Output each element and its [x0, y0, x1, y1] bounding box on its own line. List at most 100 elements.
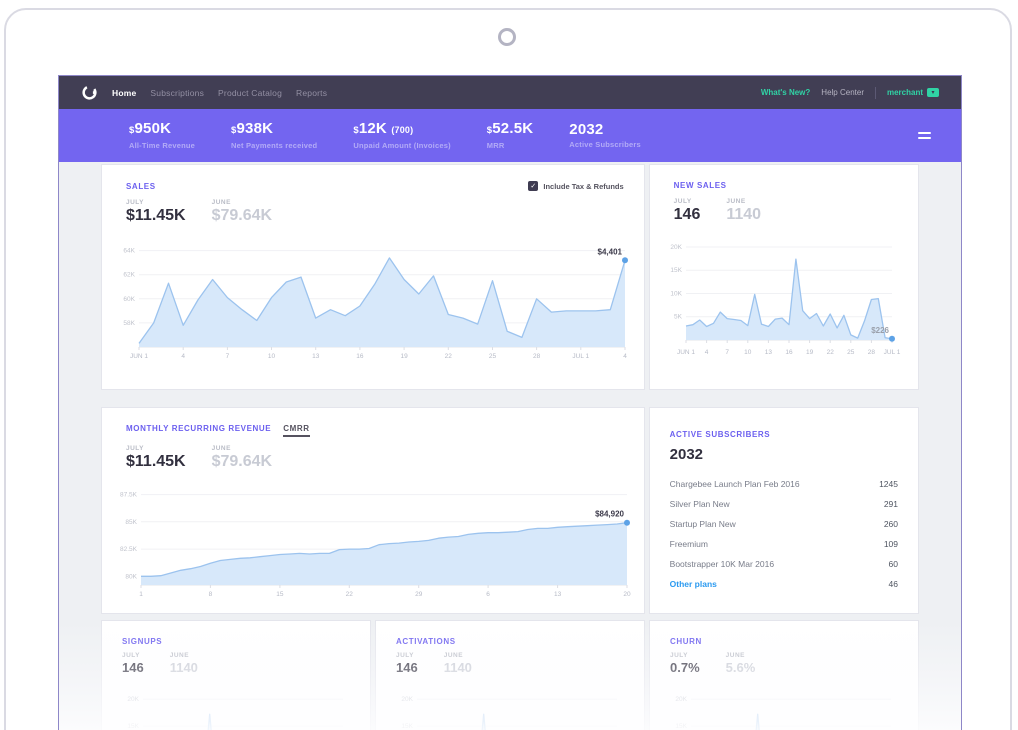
svg-text:29: 29 — [415, 591, 423, 598]
svg-text:62K: 62K — [123, 272, 135, 279]
mrr-june-figure: JUNE $79.64K — [212, 445, 273, 471]
svg-text:10: 10 — [268, 353, 276, 360]
svg-text:80K: 80K — [125, 573, 137, 580]
stat-value: $938K — [231, 121, 317, 138]
plan-row: Freemium 109 — [670, 534, 898, 554]
page: Home Subscriptions Product Catalog Repor… — [0, 0, 1018, 730]
svg-text:4: 4 — [623, 353, 627, 360]
include-tax-refunds-checkbox[interactable]: ✓ Include Tax & Refunds — [528, 181, 623, 191]
svg-text:15K: 15K — [401, 723, 413, 730]
svg-text:60K: 60K — [123, 296, 135, 303]
stat-net-payments: $938K Net Payments received — [231, 121, 317, 150]
svg-text:4: 4 — [181, 353, 185, 360]
new-sales-title: NEW SALES — [674, 181, 727, 190]
svg-text:$84,920: $84,920 — [595, 510, 624, 519]
nav-item-product-catalog[interactable]: Product Catalog — [218, 88, 282, 98]
whats-new-link[interactable]: What's New? — [761, 88, 810, 97]
svg-text:$4,401: $4,401 — [597, 247, 622, 256]
svg-text:87.5K: 87.5K — [120, 492, 138, 499]
churn-mini-chart: 20K15K — [669, 685, 899, 730]
svg-text:6: 6 — [486, 591, 490, 598]
signups-mini-chart: 20K15K — [121, 685, 351, 730]
svg-text:28: 28 — [533, 353, 541, 360]
svg-text:28: 28 — [868, 349, 876, 356]
churn-card: CHURN JULY 0.7% JUNE 5.6% — [649, 620, 919, 730]
mrr-title: MONTHLY RECURRING REVENUE — [126, 424, 271, 433]
svg-text:8: 8 — [208, 591, 212, 598]
svg-text:13: 13 — [554, 591, 562, 598]
checkbox-checked-icon: ✓ — [528, 181, 538, 191]
svg-text:19: 19 — [806, 349, 814, 356]
new-sales-area-chart: 5K10K15K20KJUN 14710131619222528JUL 1$22… — [666, 234, 901, 356]
stat-label: All-Time Revenue — [129, 141, 195, 150]
dashboard-content: SALES ✓ Include Tax & Refunds JULY $11.4… — [59, 162, 961, 730]
help-center-link[interactable]: Help Center — [821, 88, 864, 97]
svg-text:15: 15 — [276, 591, 284, 598]
stat-unpaid-amount: $12K (700) Unpaid Amount (Invoices) — [353, 121, 450, 150]
svg-text:20K: 20K — [127, 696, 139, 703]
chargebee-logo-icon[interactable] — [81, 84, 98, 101]
menu-icon[interactable] — [914, 128, 935, 143]
activations-july-figure: JULY 146 — [396, 652, 418, 675]
mrr-area-chart: 80K82.5K85K87.5K1815222961320$84,920 — [113, 481, 633, 598]
stat-label: MRR — [487, 141, 534, 150]
svg-text:13: 13 — [765, 349, 773, 356]
signups-card: SIGNUPS JULY 146 JUNE 1140 — [101, 620, 371, 730]
nav-item-reports[interactable]: Reports — [296, 88, 327, 98]
svg-text:16: 16 — [356, 353, 364, 360]
top-navbar: Home Subscriptions Product Catalog Repor… — [59, 76, 961, 109]
stat-mrr: $52.5K MRR — [487, 121, 534, 150]
plan-list: Chargebee Launch Plan Feb 2016 1245 Silv… — [670, 474, 898, 594]
signups-june-figure: JUNE 1140 — [170, 652, 198, 675]
svg-text:22: 22 — [445, 353, 453, 360]
stat-value: 2032 — [569, 122, 641, 137]
tablet-frame: Home Subscriptions Product Catalog Repor… — [4, 8, 1012, 730]
stat-value: $52.5K — [487, 121, 534, 138]
active-subscribers-title: ACTIVE SUBSCRIBERS — [670, 430, 771, 439]
svg-text:JUL 1: JUL 1 — [884, 349, 901, 356]
svg-text:JUN 1: JUN 1 — [677, 349, 695, 356]
stat-label: Active Subscribers — [569, 140, 641, 149]
activations-card: ACTIVATIONS JULY 146 JUNE 1140 — [375, 620, 645, 730]
merchant-menu[interactable]: merchant ▾ — [887, 88, 939, 97]
stats-bar: $950K All-Time Revenue $938K Net Payment… — [59, 109, 961, 162]
sales-card: SALES ✓ Include Tax & Refunds JULY $11.4… — [101, 164, 645, 390]
churn-title: CHURN — [670, 637, 702, 646]
svg-text:15K: 15K — [675, 723, 687, 730]
svg-text:$226: $226 — [872, 326, 890, 335]
svg-text:25: 25 — [848, 349, 856, 356]
activations-mini-chart: 20K15K — [395, 685, 625, 730]
stat-value: $950K — [129, 121, 195, 138]
churn-july-figure: JULY 0.7% — [670, 652, 700, 675]
svg-text:19: 19 — [400, 353, 408, 360]
signups-title: SIGNUPS — [122, 637, 162, 646]
stat-active-subscribers: 2032 Active Subscribers — [569, 122, 641, 149]
svg-text:1: 1 — [139, 591, 143, 598]
stat-label: Net Payments received — [231, 141, 317, 150]
tab-cmrr[interactable]: CMRR — [283, 424, 309, 437]
mrr-july-figure: JULY $11.45K — [126, 445, 186, 471]
camera-icon — [498, 28, 516, 46]
nav-item-home[interactable]: Home — [112, 88, 136, 98]
svg-text:JUN 1: JUN 1 — [130, 353, 148, 360]
new-sales-july-figure: JULY 146 — [674, 198, 701, 224]
checkbox-label: Include Tax & Refunds — [543, 182, 623, 191]
stat-value: $12K (700) — [353, 121, 450, 138]
plan-row: Silver Plan New 291 — [670, 494, 898, 514]
activations-title: ACTIVATIONS — [396, 637, 456, 646]
dashboard-screen: Home Subscriptions Product Catalog Repor… — [58, 75, 962, 730]
svg-text:16: 16 — [786, 349, 794, 356]
sales-title: SALES — [126, 182, 156, 191]
svg-text:64K: 64K — [123, 248, 135, 255]
svg-text:13: 13 — [312, 353, 320, 360]
svg-text:10: 10 — [745, 349, 753, 356]
nav-item-subscriptions[interactable]: Subscriptions — [150, 88, 204, 98]
other-plans-link[interactable]: Other plans — [670, 579, 717, 589]
svg-text:22: 22 — [827, 349, 835, 356]
svg-text:15K: 15K — [671, 267, 683, 274]
sales-july-figure: JULY $11.45K — [126, 199, 186, 225]
stat-all-time-revenue: $950K All-Time Revenue — [129, 121, 195, 150]
svg-text:82.5K: 82.5K — [120, 546, 138, 553]
svg-text:7: 7 — [726, 349, 730, 356]
stat-label: Unpaid Amount (Invoices) — [353, 141, 450, 150]
